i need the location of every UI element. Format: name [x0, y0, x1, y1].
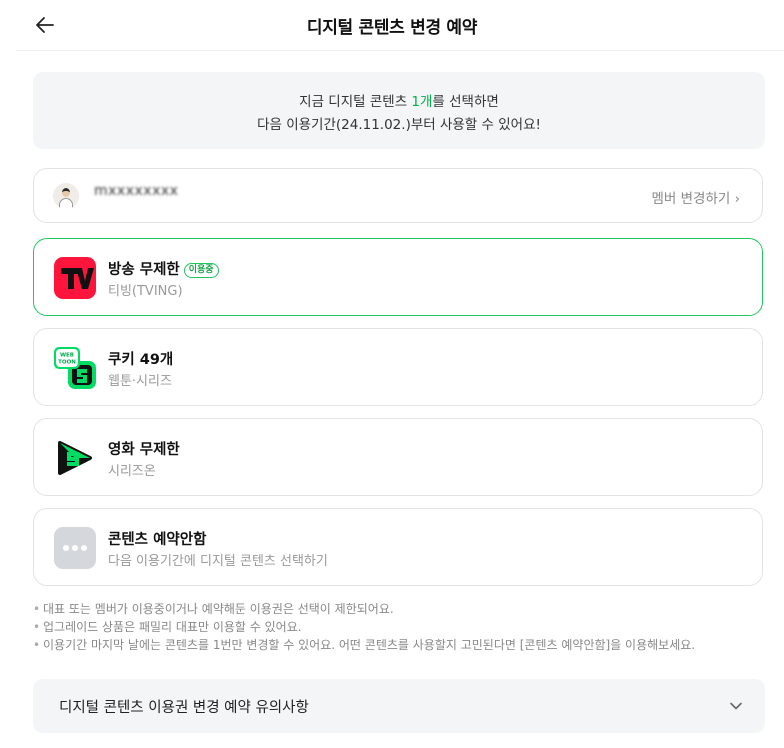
- avatar-face: [62, 188, 70, 197]
- notice-count: 1개: [411, 94, 433, 110]
- avatar: [53, 183, 79, 209]
- accordion-title: 디지털 콘텐츠 이용권 변경 예약 유의사항: [59, 700, 309, 716]
- note-item: 업그레이드 상품은 패밀리 대표만 이용할 수 있어요.: [33, 618, 773, 636]
- avatar-body: [59, 198, 73, 209]
- option-title-text: 방송 무제한: [108, 262, 180, 278]
- option-subtitle: 웹툰·시리즈: [108, 374, 172, 389]
- tving-logo-icon: [54, 257, 96, 299]
- notice-suffix: 를 선택하면: [432, 94, 499, 110]
- webtoon-logo-icon: WEB TOON: [54, 347, 96, 389]
- top-header: 디지털 콘텐츠 변경 예약: [16, 0, 784, 51]
- member-card: mxxxxxxxx 멤버 변경하기 ›: [33, 168, 763, 223]
- change-member-button[interactable]: 멤버 변경하기 ›: [651, 187, 740, 207]
- chevron-down-icon: [730, 702, 742, 710]
- more-dots-icon: [54, 527, 96, 569]
- svg-text:TOON: TOON: [58, 360, 76, 366]
- option-title: 쿠키 49개: [108, 352, 174, 368]
- option-subtitle: 시리즈온: [108, 464, 156, 479]
- option-subtitle: 다음 이용기간에 디지털 콘텐츠 선택하기: [108, 554, 328, 569]
- option-subtitle: 티빙(TVING): [108, 284, 183, 299]
- selection-notice: 지금 디지털 콘텐츠 1개를 선택하면 다음 이용기간(24.11.02.)부터…: [33, 72, 765, 149]
- option-title: 영화 무제한: [108, 442, 180, 458]
- notes-list: 대표 또는 멤버가 이용중이거나 예약해둔 이용권은 선택이 제한되어요. 업그…: [33, 600, 773, 654]
- notice-line-1: 지금 디지털 콘텐츠 1개를 선택하면: [33, 90, 765, 110]
- option-title: 콘텐츠 예약안함: [108, 532, 207, 548]
- option-broadcast-unlimited[interactable]: 방송 무제한 이용중 티빙(TVING): [33, 238, 763, 316]
- svg-text:WEB: WEB: [60, 353, 74, 359]
- option-title: 방송 무제한 이용중: [108, 258, 219, 279]
- in-use-badge: 이용중: [183, 263, 219, 278]
- member-name: mxxxxxxxx: [94, 183, 179, 199]
- serieson-logo-icon: [54, 437, 96, 479]
- note-item: 대표 또는 멤버가 이용중이거나 예약해둔 이용권은 선택이 제한되어요.: [33, 600, 773, 618]
- note-item: 이용기간 마지막 날에는 콘텐츠를 1번만 변경할 수 있어요. 어떤 콘텐츠를…: [33, 636, 773, 654]
- option-no-reservation[interactable]: 콘텐츠 예약안함 다음 이용기간에 디지털 콘텐츠 선택하기: [33, 508, 763, 586]
- page-title: 디지털 콘텐츠 변경 예약: [306, 18, 478, 38]
- precautions-accordion[interactable]: 디지털 콘텐츠 이용권 변경 예약 유의사항: [33, 679, 765, 733]
- notice-prefix: 지금 디지털 콘텐츠: [299, 94, 412, 110]
- notice-line-2: 다음 이용기간(24.11.02.)부터 사용할 수 있어요!: [257, 117, 541, 133]
- option-cookie-49[interactable]: WEB TOON 쿠키 49개 웹툰·시리즈: [33, 328, 763, 406]
- option-movie-unlimited[interactable]: 영화 무제한 시리즈온: [33, 418, 763, 496]
